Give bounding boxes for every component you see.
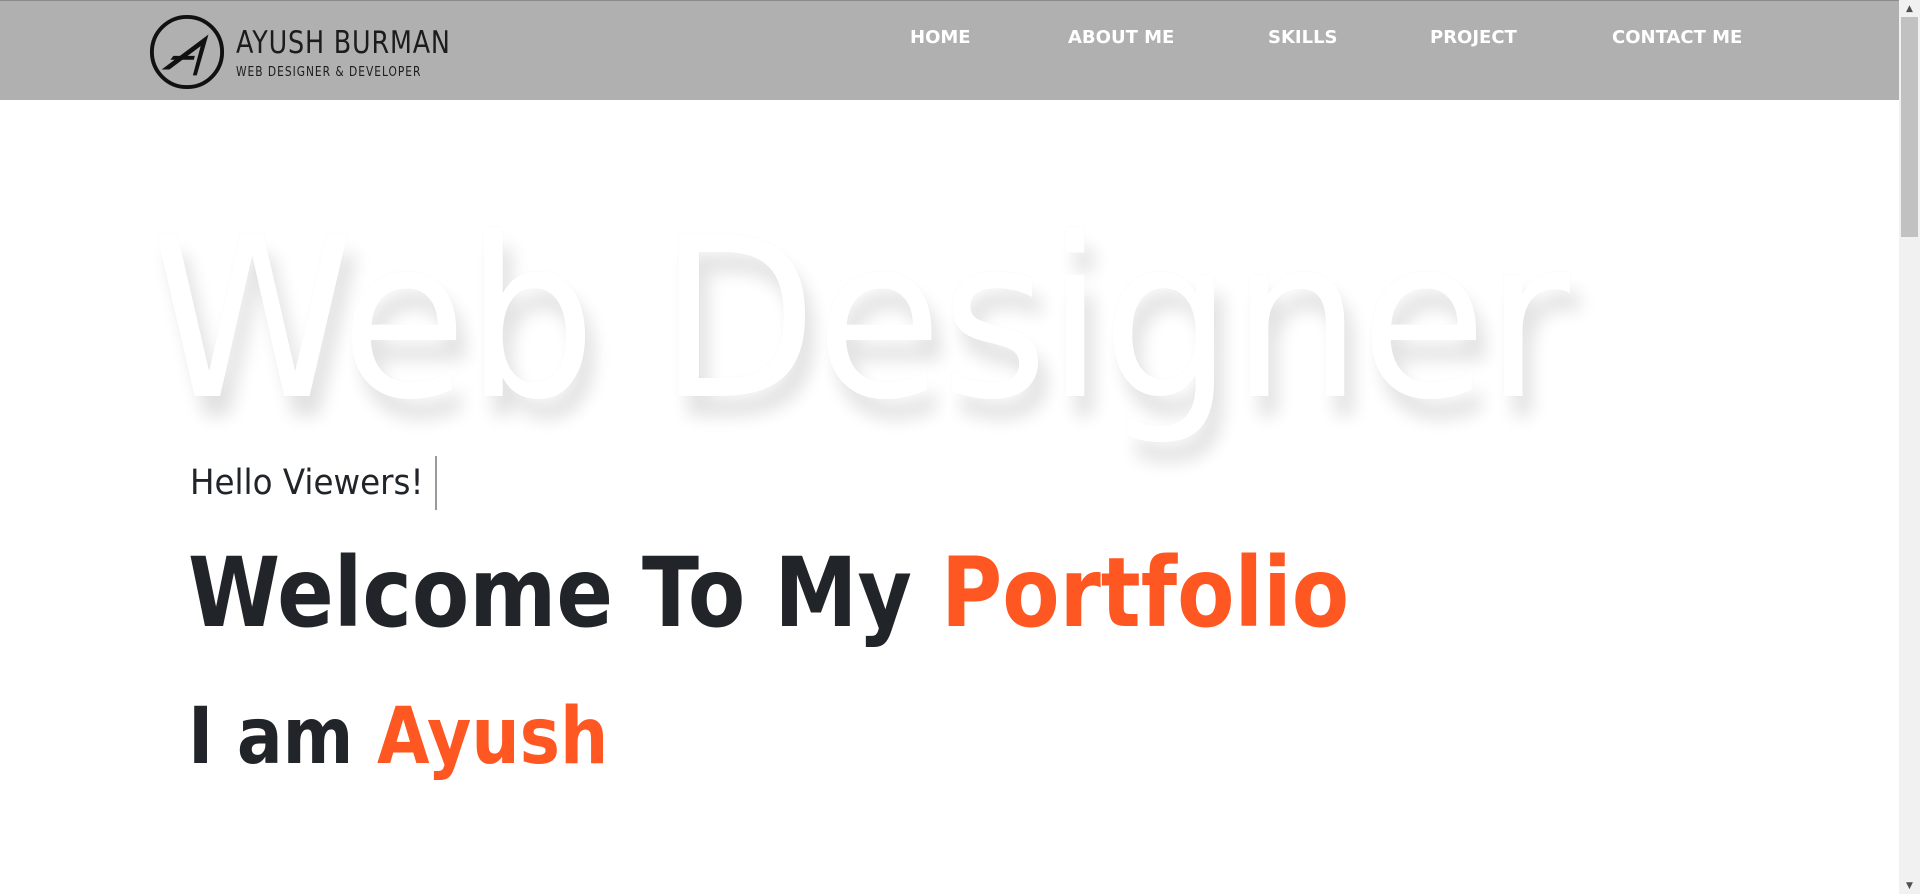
intro-prefix: I am [188, 692, 378, 782]
welcome-prefix: Welcome To My [188, 537, 942, 649]
nav-about-me[interactable]: ABOUT ME [1068, 27, 1174, 48]
scroll-thumb[interactable] [1901, 17, 1918, 237]
welcome-heading: Welcome To My Portfolio [188, 538, 1349, 648]
arrow-down-icon[interactable]: ▼ [1899, 877, 1920, 894]
intro-highlight: Ayush [377, 692, 609, 782]
nav-project[interactable]: PROJECT [1430, 27, 1517, 48]
nav-skills[interactable]: SKILLS [1268, 27, 1338, 48]
intro-heading: I am Ayush [188, 692, 608, 782]
typing-caret [435, 456, 438, 510]
portfolio-page: AYUSH BURMAN WEB DESIGNER & DEVELOPER HO… [0, 0, 1920, 894]
brand-logo-icon [149, 14, 225, 90]
brand-tagline: WEB DESIGNER & DEVELOPER [236, 64, 422, 80]
greeting-line: Hello Viewers! [190, 453, 438, 513]
brand[interactable]: AYUSH BURMAN WEB DESIGNER & DEVELOPER [148, 12, 498, 92]
arrow-up-icon[interactable]: ▲ [1899, 0, 1920, 17]
greeting-text: Hello Viewers! [190, 463, 424, 503]
nav-contact-me[interactable]: CONTACT ME [1612, 27, 1742, 48]
nav-home[interactable]: HOME [910, 27, 971, 48]
brand-text: AYUSH BURMAN WEB DESIGNER & DEVELOPER [236, 25, 498, 80]
welcome-highlight: Portfolio [941, 537, 1350, 649]
vertical-scrollbar[interactable]: ▲ ▼ [1899, 0, 1920, 894]
brand-name: AYUSH BURMAN [236, 24, 451, 61]
navbar: AYUSH BURMAN WEB DESIGNER & DEVELOPER HO… [0, 0, 1899, 100]
hero-background-text: Web Designer [150, 191, 1570, 449]
